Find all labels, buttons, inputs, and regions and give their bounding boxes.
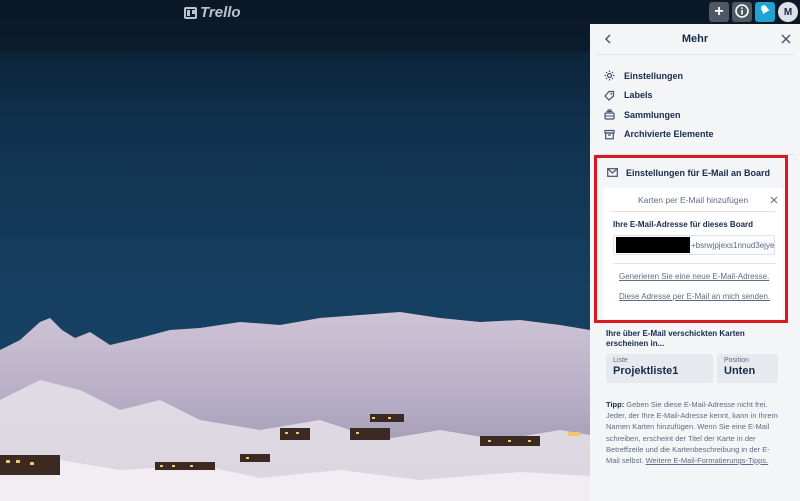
email-address-value: +bsrwjpjexs1nnud3ejye — [691, 240, 775, 250]
menu-item-label: Labels — [624, 90, 653, 101]
notifications-button[interactable] — [755, 2, 775, 22]
info-button[interactable] — [732, 2, 752, 22]
avatar-initial: M — [783, 6, 793, 18]
redacted-block — [616, 237, 690, 253]
email-popover: Karten per E-Mail hinzufügen Ihre E-Mail… — [603, 188, 783, 319]
popover-title: Karten per E-Mail hinzufügen — [611, 188, 778, 212]
address-label: Ihre E-Mail-Adresse für dieses Board — [613, 220, 754, 229]
tip-text: Tipp: Geben Sie diese E-Mail-Adresse nic… — [606, 399, 778, 466]
collections-icon — [604, 109, 615, 120]
position-select-label: Position — [724, 357, 749, 364]
info-icon — [735, 3, 749, 21]
list-select-label: Liste — [613, 357, 628, 364]
menu-item-label: Sammlungen — [624, 109, 681, 120]
email-settings-item[interactable]: Einstellungen für E-Mail an Board — [597, 163, 785, 183]
destination-selectors: Liste Projektliste1 Position Unten — [606, 354, 778, 383]
avatar[interactable]: M — [778, 2, 798, 22]
plus-icon: + — [714, 3, 724, 20]
email-address-field[interactable]: +bsrwjpjexs1nnud3ejye — [613, 235, 775, 255]
position-select-value: Unten — [724, 365, 756, 377]
email-to-board-section: Einstellungen für E-Mail an Board Karten… — [594, 155, 788, 323]
email-settings-label: Einstellungen für E-Mail an Board — [626, 168, 771, 178]
menu-item-labels[interactable]: Labels — [604, 86, 794, 106]
label-icon — [604, 90, 615, 101]
gear-icon — [604, 70, 615, 81]
menu-item-collections[interactable]: Sammlungen — [604, 105, 794, 125]
panel-header: Mehr — [596, 24, 794, 55]
send-address-link[interactable]: Diese Adresse per E-Mail an mich senden. — [603, 282, 783, 302]
menu-item-settings[interactable]: Einstellungen — [604, 66, 794, 86]
header-actions: + M — [709, 2, 798, 22]
list-select-value: Projektliste1 — [613, 365, 679, 377]
position-select[interactable]: Position Unten — [717, 354, 778, 383]
logo-text: Trello — [200, 4, 241, 21]
list-select[interactable]: Liste Projektliste1 — [606, 354, 713, 383]
back-icon[interactable] — [602, 32, 614, 46]
trello-logo-icon — [184, 6, 197, 19]
archive-icon — [604, 129, 615, 140]
bell-icon — [759, 3, 771, 21]
menu-item-label: Einstellungen — [624, 70, 684, 81]
menu-item-label: Archivierte Elemente — [624, 129, 714, 140]
tip-bold: Tipp: — [606, 400, 625, 409]
close-icon[interactable] — [780, 32, 792, 46]
popover-title-text: Karten per E-Mail hinzufügen — [637, 194, 749, 205]
menu-sidebar: Mehr Einstellungen Labels Sammlungen Arc… — [590, 24, 800, 501]
menu-item-archived[interactable]: Archivierte Elemente — [604, 125, 794, 145]
panel-title: Mehr — [681, 33, 709, 45]
formatting-tips-link[interactable]: Weitere E-Mail-Formatierungs-Tipps. — [646, 456, 769, 465]
board-header: Trello + M — [0, 0, 800, 24]
menu-list: Einstellungen Labels Sammlungen Archivie… — [590, 55, 800, 144]
cards-appear-heading: Ihre über E-Mail verschickten Karten ers… — [606, 329, 745, 348]
add-button[interactable]: + — [709, 2, 729, 22]
trello-logo[interactable]: Trello — [184, 4, 241, 21]
generate-address-link[interactable]: Generieren Sie eine neue E-Mail-Adresse. — [603, 264, 783, 282]
close-icon[interactable] — [769, 195, 779, 205]
email-icon — [607, 167, 618, 179]
